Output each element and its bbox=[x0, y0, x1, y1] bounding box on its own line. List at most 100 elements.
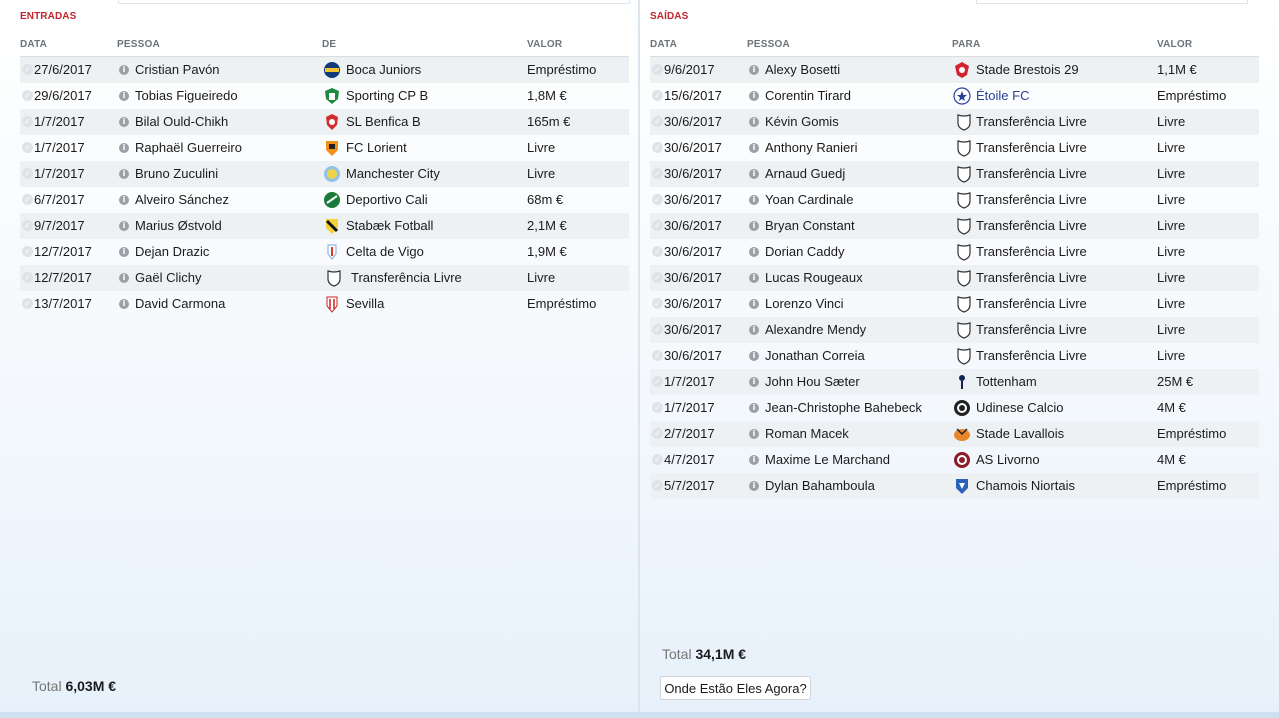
incoming-transfer-row[interactable]: ✓ 27/6/2017 i Cristian Pavón Boca Juniors Emp… bbox=[20, 57, 629, 83]
outgoing-player-name[interactable]: John Hou Sæter bbox=[765, 369, 860, 395]
outgoing-player-name[interactable]: Dylan Bahamboula bbox=[765, 473, 875, 499]
info-icon[interactable]: i bbox=[749, 377, 759, 387]
incoming-transfer-row[interactable]: ✓ 1/7/2017 i Raphaël Guerreiro FC Lorient Liv… bbox=[20, 135, 629, 161]
incoming-transfer-row[interactable]: ✓ 1/7/2017 i Bruno Zuculini Manchester City L… bbox=[20, 161, 629, 187]
info-icon[interactable]: i bbox=[749, 481, 759, 491]
info-icon[interactable]: i bbox=[119, 169, 129, 179]
incoming-club-name[interactable]: Celta de Vigo bbox=[346, 239, 424, 265]
outgoing-transfer-row[interactable]: ✓ 30/6/2017 i Lucas Rougeaux Transferência L… bbox=[650, 265, 1259, 291]
outgoing-club-name[interactable]: Tottenham bbox=[976, 369, 1037, 395]
info-icon[interactable]: i bbox=[119, 299, 129, 309]
outgoing-club-name[interactable]: Transferência Livre bbox=[976, 161, 1087, 187]
info-icon[interactable]: i bbox=[119, 65, 129, 75]
outgoing-club-name[interactable]: Transferência Livre bbox=[976, 187, 1087, 213]
outgoing-player-name[interactable]: Roman Macek bbox=[765, 421, 849, 447]
info-icon[interactable]: i bbox=[749, 91, 759, 101]
outgoing-player-name[interactable]: Arnaud Guedj bbox=[765, 161, 845, 187]
info-icon[interactable]: i bbox=[749, 65, 759, 75]
info-icon[interactable]: i bbox=[119, 247, 129, 257]
outgoing-player-name[interactable]: Jean-Christophe Bahebeck bbox=[765, 395, 922, 421]
incoming-player-name[interactable]: David Carmona bbox=[135, 291, 225, 317]
outgoing-transfer-row[interactable]: ✓ 30/6/2017 i Kévin Gomis Transferência Livr… bbox=[650, 109, 1259, 135]
outgoing-transfer-row[interactable]: ✓ 30/6/2017 i Alexandre Mendy Transferência … bbox=[650, 317, 1259, 343]
incoming-transfer-row[interactable]: ✓ 12/7/2017 i Dejan Drazic Celta de Vigo 1,9M… bbox=[20, 239, 629, 265]
outgoing-transfer-row[interactable]: ✓ 30/6/2017 i Lorenzo Vinci Transferência Li… bbox=[650, 291, 1259, 317]
info-icon[interactable]: i bbox=[749, 169, 759, 179]
outgoing-player-name[interactable]: Bryan Constant bbox=[765, 213, 855, 239]
outgoing-club-name[interactable]: Étoile FC bbox=[976, 83, 1029, 109]
info-icon[interactable]: i bbox=[749, 117, 759, 127]
incoming-player-name[interactable]: Raphaël Guerreiro bbox=[135, 135, 242, 161]
incoming-club-name[interactable]: Transferência Livre bbox=[351, 265, 462, 291]
outgoing-transfer-row[interactable]: ✓ 30/6/2017 i Yoan Cardinale Transferência L… bbox=[650, 187, 1259, 213]
outgoing-player-name[interactable]: Dorian Caddy bbox=[765, 239, 845, 265]
outgoing-player-name[interactable]: Alexy Bosetti bbox=[765, 57, 840, 83]
outgoing-club-name[interactable]: Transferência Livre bbox=[976, 213, 1087, 239]
incoming-header-date[interactable]: DATA bbox=[20, 39, 47, 50]
info-icon[interactable]: i bbox=[749, 351, 759, 361]
info-icon[interactable]: i bbox=[749, 273, 759, 283]
outgoing-transfer-row[interactable]: ✓ 1/7/2017 i Jean-Christophe Bahebeck Udines… bbox=[650, 395, 1259, 421]
info-icon[interactable]: i bbox=[119, 195, 129, 205]
outgoing-transfer-row[interactable]: ✓ 4/7/2017 i Maxime Le Marchand AS Livorno 4M… bbox=[650, 447, 1259, 473]
outgoing-club-name[interactable]: Transferência Livre bbox=[976, 265, 1087, 291]
info-icon[interactable]: i bbox=[119, 143, 129, 153]
outgoing-transfer-row[interactable]: ✓ 30/6/2017 i Bryan Constant Transferência L… bbox=[650, 213, 1259, 239]
incoming-transfer-row[interactable]: ✓ 6/7/2017 i Alveiro Sánchez Deportivo Cali 6… bbox=[20, 187, 629, 213]
info-icon[interactable]: i bbox=[749, 429, 759, 439]
incoming-transfer-row[interactable]: ✓ 1/7/2017 i Bilal Ould-Chikh SL Benfica B 16… bbox=[20, 109, 629, 135]
outgoing-club-name[interactable]: Transferência Livre bbox=[976, 239, 1087, 265]
outgoing-player-name[interactable]: Yoan Cardinale bbox=[765, 187, 853, 213]
outgoing-transfer-row[interactable]: ✓ 15/6/2017 i Corentin Tirard Étoile FC Empré… bbox=[650, 83, 1259, 109]
outgoing-transfer-row[interactable]: ✓ 2/7/2017 i Roman Macek Stade Lavallois Empr… bbox=[650, 421, 1259, 447]
outgoing-club-name[interactable]: Transferência Livre bbox=[976, 135, 1087, 161]
incoming-club-name[interactable]: Sevilla bbox=[346, 291, 384, 317]
outgoing-player-name[interactable]: Kévin Gomis bbox=[765, 109, 839, 135]
outgoing-player-name[interactable]: Lorenzo Vinci bbox=[765, 291, 844, 317]
incoming-header-value[interactable]: VALOR bbox=[527, 39, 562, 50]
incoming-club-name[interactable]: Deportivo Cali bbox=[346, 187, 428, 213]
outgoing-player-name[interactable]: Maxime Le Marchand bbox=[765, 447, 890, 473]
outgoing-transfer-row[interactable]: ✓ 30/6/2017 i Arnaud Guedj Transferência Liv… bbox=[650, 161, 1259, 187]
info-icon[interactable]: i bbox=[749, 247, 759, 257]
outgoing-player-name[interactable]: Jonathan Correia bbox=[765, 343, 865, 369]
outgoing-player-name[interactable]: Alexandre Mendy bbox=[765, 317, 866, 343]
outgoing-club-name[interactable]: Chamois Niortais bbox=[976, 473, 1075, 499]
outgoing-club-name[interactable]: Transferência Livre bbox=[976, 291, 1087, 317]
incoming-player-name[interactable]: Cristian Pavón bbox=[135, 57, 220, 83]
info-icon[interactable]: i bbox=[119, 273, 129, 283]
outgoing-transfer-row[interactable]: ✓ 1/7/2017 i John Hou Sæter Tottenham 25M € bbox=[650, 369, 1259, 395]
outgoing-player-name[interactable]: Lucas Rougeaux bbox=[765, 265, 863, 291]
info-icon[interactable]: i bbox=[749, 455, 759, 465]
info-icon[interactable]: i bbox=[119, 221, 129, 231]
info-icon[interactable]: i bbox=[749, 325, 759, 335]
incoming-transfer-row[interactable]: ✓ 9/7/2017 i Marius Østvold Stabæk Fotball 2,… bbox=[20, 213, 629, 239]
incoming-header-club[interactable]: DE bbox=[322, 39, 336, 50]
where-are-they-now-button[interactable]: Onde Estão Eles Agora? bbox=[660, 676, 811, 700]
incoming-transfer-row[interactable]: ✓ 12/7/2017 i Gaël Clichy Transferência Livr… bbox=[20, 265, 629, 291]
info-icon[interactable]: i bbox=[749, 221, 759, 231]
outgoing-club-name[interactable]: Transferência Livre bbox=[976, 343, 1087, 369]
info-icon[interactable]: i bbox=[749, 299, 759, 309]
outgoing-transfer-row[interactable]: ✓ 30/6/2017 i Jonathan Correia Transferência… bbox=[650, 343, 1259, 369]
info-icon[interactable]: i bbox=[119, 91, 129, 101]
incoming-transfer-row[interactable]: ✓ 13/7/2017 i David Carmona Sevilla Empréstim… bbox=[20, 291, 629, 317]
info-icon[interactable]: i bbox=[749, 143, 759, 153]
incoming-player-name[interactable]: Tobias Figueiredo bbox=[135, 83, 238, 109]
outgoing-header-value[interactable]: VALOR bbox=[1157, 39, 1192, 50]
info-icon[interactable]: i bbox=[749, 195, 759, 205]
incoming-player-name[interactable]: Alveiro Sánchez bbox=[135, 187, 229, 213]
incoming-club-name[interactable]: Boca Juniors bbox=[346, 57, 421, 83]
outgoing-club-name[interactable]: Udinese Calcio bbox=[976, 395, 1063, 421]
incoming-club-name[interactable]: Manchester City bbox=[346, 161, 440, 187]
outgoing-player-name[interactable]: Corentin Tirard bbox=[765, 83, 851, 109]
outgoing-header-club[interactable]: PARA bbox=[952, 39, 980, 50]
incoming-transfer-row[interactable]: ✓ 29/6/2017 i Tobias Figueiredo Sporting CP … bbox=[20, 83, 629, 109]
incoming-player-name[interactable]: Dejan Drazic bbox=[135, 239, 209, 265]
incoming-club-name[interactable]: Stabæk Fotball bbox=[346, 213, 433, 239]
outgoing-transfer-row[interactable]: ✓ 9/6/2017 i Alexy Bosetti Stade Brestois 29… bbox=[650, 57, 1259, 83]
outgoing-club-name[interactable]: Stade Brestois 29 bbox=[976, 57, 1079, 83]
incoming-player-name[interactable]: Bilal Ould-Chikh bbox=[135, 109, 228, 135]
outgoing-header-date[interactable]: DATA bbox=[650, 39, 677, 50]
outgoing-transfer-row[interactable]: ✓ 5/7/2017 i Dylan Bahamboula Chamois Niorta… bbox=[650, 473, 1259, 499]
